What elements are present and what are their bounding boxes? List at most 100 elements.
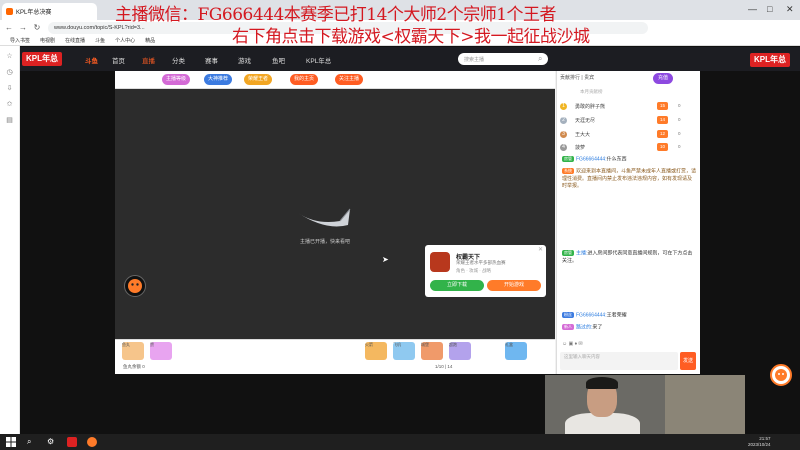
gift-item[interactable]: 礼盒	[505, 342, 527, 360]
bookmark-item[interactable]: 导入书签	[10, 37, 30, 44]
nav-home[interactable]: 首页	[112, 55, 125, 65]
play-game-button[interactable]: 开始游戏	[487, 280, 541, 291]
gift-item[interactable]: 超跑	[449, 342, 471, 360]
chat-user[interactable]: FG66664444:	[576, 156, 607, 162]
chat-message: 房管 主播:进入房间即代表同意直播间规则，可在下方点击关注。	[562, 250, 696, 265]
close-window-icon[interactable]: ✕	[786, 4, 794, 15]
bookmark-item[interactable]: 精品	[145, 37, 155, 44]
gift-bar	[115, 339, 555, 374]
chat-toolbar[interactable]: ☺ ▣ ♦ ✉	[562, 341, 583, 347]
rank-name: 菠萝	[575, 145, 586, 151]
chat-input[interactable]: 这里输入聊天内容	[560, 352, 678, 370]
helper-face-icon	[775, 369, 787, 381]
app-taskbar-icon[interactable]	[67, 437, 77, 447]
close-popup-icon[interactable]: ✕	[538, 246, 543, 253]
nav-games[interactable]: 游戏	[238, 55, 251, 65]
chat-user[interactable]: 路过的:	[576, 324, 592, 330]
chat-message-list[interactable]: 房管 FG66664444:什么东西 系统 欢迎来到本直播间，斗鱼严禁未成年人直播或…	[558, 152, 698, 337]
forward-icon[interactable]: →	[18, 23, 28, 33]
rank-row[interactable]: 3 王大大 12 0	[560, 130, 696, 140]
user-tag: 系统	[562, 168, 574, 174]
rank-number: 1	[560, 103, 567, 110]
user-tag: 新人	[562, 324, 574, 330]
room-pill[interactable]: 大神推荐	[204, 74, 233, 85]
back-icon[interactable]: ←	[4, 23, 14, 33]
chat-user[interactable]: FG66664444:	[576, 312, 607, 318]
orb-face-icon	[128, 279, 142, 293]
history-icon[interactable]: ◷	[5, 68, 14, 77]
settings-icon[interactable]: ⚙	[47, 437, 57, 447]
star-icon[interactable]: ☆	[5, 52, 14, 61]
gift-item[interactable]: 城堡	[421, 342, 443, 360]
user-tag: 粉丝	[562, 312, 574, 318]
room-pill[interactable]: 关注主播	[335, 74, 364, 85]
nav-category[interactable]: 分类	[172, 55, 185, 65]
browser-side-rail: ☆ ◷ ⇩ ✩ ▤	[0, 46, 20, 434]
browser-tab[interactable]: KPL年总决赛	[2, 3, 97, 20]
download-game-button[interactable]: 立即下载	[430, 280, 484, 291]
emoji-orb-icon[interactable]	[124, 275, 146, 297]
gift-label: 飞机	[393, 342, 401, 347]
search-taskbar-icon[interactable]: ⌕	[27, 437, 37, 447]
recharge-button[interactable]: 充值	[653, 73, 674, 84]
room-pill[interactable]: 荣耀王者	[244, 74, 273, 85]
windows-taskbar	[0, 434, 800, 450]
chat-header[interactable]: 贡献排行 | 贵宾	[560, 74, 594, 81]
bookmark-item[interactable]: 电视剧	[40, 37, 55, 44]
gift-label: 鱼丸	[122, 342, 130, 347]
brand-logo[interactable]: 斗鱼	[85, 55, 98, 65]
rank-row[interactable]: 2 天涯无尽 14 0	[560, 116, 696, 126]
user-tag: 房管	[562, 250, 574, 256]
gift-item[interactable]: 火箭	[365, 342, 387, 360]
rank-note: 本月贡献榜	[580, 89, 603, 94]
bookmark-icon[interactable]: ✩	[5, 100, 14, 109]
maximize-icon[interactable]: □	[767, 4, 772, 14]
rank-row[interactable]: 1 勇敢的胖子熊 15 0	[560, 102, 696, 112]
bookmark-item[interactable]: 个人中心	[115, 37, 135, 44]
rank-count: 0	[678, 131, 681, 136]
nav-fishbar[interactable]: 鱼吧	[272, 55, 285, 65]
rank-badge: 12	[657, 130, 669, 138]
bookmark-item[interactable]: 在线直播	[65, 37, 85, 44]
chat-message: 系统 欢迎来到本直播间，斗鱼严禁未成年人直播或打赏，请理性消费。直播间内禁止发布违…	[562, 168, 696, 191]
gift-label: 火箭	[365, 342, 373, 347]
search-placeholder: 搜索主播	[464, 56, 485, 63]
chat-message: 新人 路过的:来了	[562, 324, 696, 332]
kpl-logo[interactable]: KPL年总	[22, 52, 62, 66]
room-pill[interactable]: 主播等级	[162, 74, 191, 85]
loading-text: 主播已开播，快来看吧	[300, 239, 351, 245]
search-input[interactable]: 搜索主播	[458, 53, 548, 65]
game-meta: 角色 · 攻城 · 战略	[456, 268, 491, 273]
floating-helper-icon[interactable]	[770, 364, 792, 386]
chat-user[interactable]: 主播:	[576, 250, 587, 256]
windows-start-icon[interactable]	[6, 437, 16, 447]
user-tag: 房管	[562, 156, 574, 162]
chat-text: 王者荣耀	[606, 312, 627, 319]
nav-live[interactable]: 直播	[142, 55, 155, 65]
gift-label: 赞	[150, 342, 154, 347]
gift-item[interactable]: 飞机	[393, 342, 415, 360]
kpl-logo-right: KPL年总	[750, 53, 790, 67]
note-icon[interactable]: ▤	[5, 116, 14, 125]
search-icon[interactable]: ⌕	[538, 54, 542, 64]
nav-kpl[interactable]: KPL年总	[306, 55, 331, 65]
gift-item[interactable]: 鱼丸	[122, 342, 144, 360]
minimize-icon[interactable]: —	[748, 4, 757, 14]
rank-badge: 14	[657, 116, 669, 124]
reload-icon[interactable]: ↻	[32, 23, 42, 33]
game-download-popup: 权霸天下 荣耀王者水平多部热血赛 角色 · 攻城 · 战略 立即下载 开始游戏 …	[425, 245, 546, 297]
bookmark-item[interactable]: 斗鱼	[95, 37, 105, 44]
rank-name: 天涯无尽	[575, 118, 596, 124]
gift-pagination[interactable]: 1/10 | 14	[435, 364, 452, 369]
download-icon[interactable]: ⇩	[5, 84, 14, 93]
gift-item[interactable]: 赞	[150, 342, 172, 360]
gift-label: 城堡	[421, 342, 429, 347]
send-button[interactable]: 发送	[680, 352, 696, 370]
site-header	[20, 47, 800, 71]
rank-count: 0	[678, 117, 681, 122]
room-pill[interactable]: 我的主页	[290, 74, 319, 85]
gift-label: 超跑	[449, 342, 457, 347]
browser-taskbar-icon[interactable]	[87, 437, 97, 447]
nav-events[interactable]: 赛事	[205, 55, 218, 65]
chat-text: 来了	[592, 324, 603, 331]
